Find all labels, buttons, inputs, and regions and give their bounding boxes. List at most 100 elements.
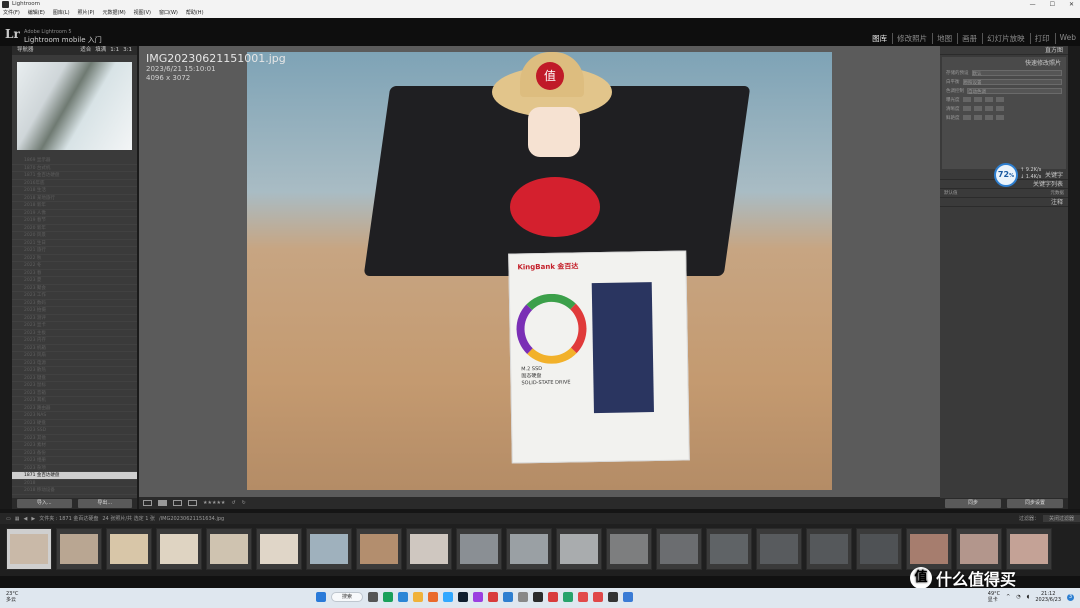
folder-item[interactable]: 2023 夏	[12, 277, 137, 285]
file-explorer-icon[interactable]	[413, 592, 423, 602]
module-map[interactable]: 地图	[932, 33, 952, 44]
filmstrip-thumbnail[interactable]	[706, 528, 752, 570]
clock[interactable]: 21:12 2023/6/23	[1035, 591, 1061, 603]
menu-photo[interactable]: 照片(P)	[78, 9, 95, 18]
filmstrip-thumbnail[interactable]	[456, 528, 502, 570]
zoom-3-1[interactable]: 3:1	[123, 46, 132, 55]
close-button[interactable]: ✕	[1069, 0, 1074, 9]
menu-library[interactable]: 图库(L)	[53, 9, 70, 18]
folder-item[interactable]: 2023 备份	[12, 450, 137, 457]
qd-select[interactable]: 原照设置	[962, 78, 1062, 86]
back-arrow-icon[interactable]: ◀	[23, 516, 27, 522]
filmstrip-thumbnail[interactable]	[256, 528, 302, 570]
qd-step-button[interactable]	[973, 106, 982, 111]
folder-item[interactable]: 2021 生日	[12, 240, 137, 247]
folder-item[interactable]: 2023 工作	[12, 292, 137, 300]
menu-metadata[interactable]: 元数据(M)	[102, 9, 125, 18]
navigator-header[interactable]: 导航器 适合 填满 1:1 3:1	[12, 46, 137, 55]
qd-step-button[interactable]	[973, 115, 982, 120]
qd-step-button[interactable]	[995, 97, 1004, 102]
app-icon[interactable]	[503, 592, 513, 602]
qd-step-button[interactable]	[984, 115, 993, 120]
forward-arrow-icon[interactable]: ▶	[31, 516, 35, 522]
import-button[interactable]: 导入...	[17, 499, 72, 508]
folder-item[interactable]: 2023 NAS	[12, 412, 137, 420]
folder-item[interactable]: 1870 台式机	[12, 165, 137, 172]
weather-widget[interactable]: 23°C 多云	[6, 591, 18, 603]
folder-item[interactable]: 2023 数码	[12, 300, 137, 307]
main-photo[interactable]: 值 KingBank 金百达 M.2 SSD 固态硬盘 SOLID-STATE …	[247, 52, 832, 490]
export-button[interactable]: 导出...	[77, 499, 132, 508]
app-icon[interactable]	[533, 592, 543, 602]
gpu-temp[interactable]: 49°C 显卡	[988, 591, 1000, 603]
navigator-preview[interactable]	[17, 62, 132, 150]
histogram-header[interactable]: 直方图	[940, 46, 1068, 55]
notification-badge[interactable]: 3	[1067, 593, 1074, 601]
qd-select[interactable]: 自动色调	[967, 87, 1062, 95]
folder-item[interactable]: 2018 某地旅行	[12, 195, 137, 202]
zoom-1-1[interactable]: 1:1	[110, 46, 119, 55]
filmstrip-thumbnail[interactable]	[1006, 528, 1052, 570]
sync-settings-button[interactable]: 同步设置	[1007, 499, 1063, 508]
folder-item[interactable]: 2023 SSD	[12, 427, 137, 435]
search-box[interactable]: 搜索	[331, 592, 363, 602]
folder-item[interactable]: 2021 旅行	[12, 247, 137, 255]
qd-select[interactable]: 默认	[971, 69, 1062, 77]
zoom-fill[interactable]: 填满	[95, 46, 106, 55]
folder-item[interactable]: 2018	[12, 480, 137, 487]
wifi-icon[interactable]: ◔	[1016, 594, 1020, 600]
filmstrip-thumbnail[interactable]	[656, 528, 702, 570]
filmstrip-thumbnail[interactable]	[206, 528, 252, 570]
folder-item[interactable]: 2023 机箱	[12, 345, 137, 352]
folder-item[interactable]: 2023 路由器	[12, 405, 137, 412]
menu-file[interactable]: 文件(F)	[3, 9, 20, 18]
menu-edit[interactable]: 编辑(E)	[28, 9, 45, 18]
folder-item[interactable]: 1871 金百达硬盘	[12, 472, 137, 480]
filter-select[interactable]: 关闭过滤器	[1042, 515, 1080, 522]
filmstrip-thumbnail[interactable]	[556, 528, 602, 570]
module-library[interactable]: 图库	[868, 33, 887, 44]
qd-step-button[interactable]	[995, 115, 1004, 120]
folder-item[interactable]: 2023 素材	[12, 442, 137, 450]
app-icon[interactable]	[593, 592, 603, 602]
app-icon[interactable]	[563, 592, 573, 602]
comments-header[interactable]: 注释	[940, 198, 1068, 207]
filmstrip-thumbnail[interactable]	[406, 528, 452, 570]
folder-item[interactable]: 2020 风景	[12, 232, 137, 240]
folder-item[interactable]: 2022 秋	[12, 255, 137, 262]
filmstrip-thumbnail[interactable]	[506, 528, 552, 570]
maximize-button[interactable]: ☐	[1050, 0, 1055, 9]
filmstrip-thumbnail[interactable]	[306, 528, 352, 570]
sync-button[interactable]: 同步	[945, 499, 1001, 508]
folder-item[interactable]: 2023 显卡	[12, 322, 137, 330]
app-icon[interactable]	[518, 592, 528, 602]
network-meter[interactable]: 72%	[994, 163, 1018, 187]
qd-step-button[interactable]	[962, 115, 971, 120]
app-icon[interactable]	[443, 592, 453, 602]
filmstrip-thumbnail[interactable]	[156, 528, 202, 570]
loupe-view-icon[interactable]	[158, 500, 167, 506]
grid-icon[interactable]: ▦	[15, 516, 20, 522]
compare-view-icon[interactable]	[173, 500, 182, 506]
app-icon[interactable]	[578, 592, 588, 602]
quick-develop-header[interactable]: 快速修改照片	[942, 59, 1066, 68]
menu-help[interactable]: 帮助(H)	[186, 9, 204, 18]
catalog-name[interactable]: Lightroom mobile 入门	[24, 35, 102, 45]
tray-chevron-icon[interactable]: ^	[1006, 594, 1010, 600]
folder-item[interactable]: 2023 散热	[12, 367, 137, 375]
wechat-icon[interactable]	[383, 592, 393, 602]
filmstrip-thumbnail[interactable]	[756, 528, 802, 570]
survey-view-icon[interactable]	[188, 500, 197, 506]
folder-item[interactable]: 2023 主板	[12, 330, 137, 337]
folder-item[interactable]: 2023 测评	[12, 315, 137, 322]
menu-view[interactable]: 视图(V)	[134, 9, 151, 18]
folder-item[interactable]: 2020 新年	[12, 225, 137, 232]
app-icon[interactable]	[428, 592, 438, 602]
folder-item[interactable]: 2023 键盘	[12, 375, 137, 382]
app-icon[interactable]	[623, 592, 633, 602]
folder-item[interactable]: 2023 耳机	[12, 397, 137, 405]
task-view-icon[interactable]	[368, 592, 378, 602]
right-panel-toggle[interactable]	[1068, 46, 1080, 509]
module-book[interactable]: 画册	[957, 33, 977, 44]
module-web[interactable]: Web	[1054, 33, 1076, 44]
